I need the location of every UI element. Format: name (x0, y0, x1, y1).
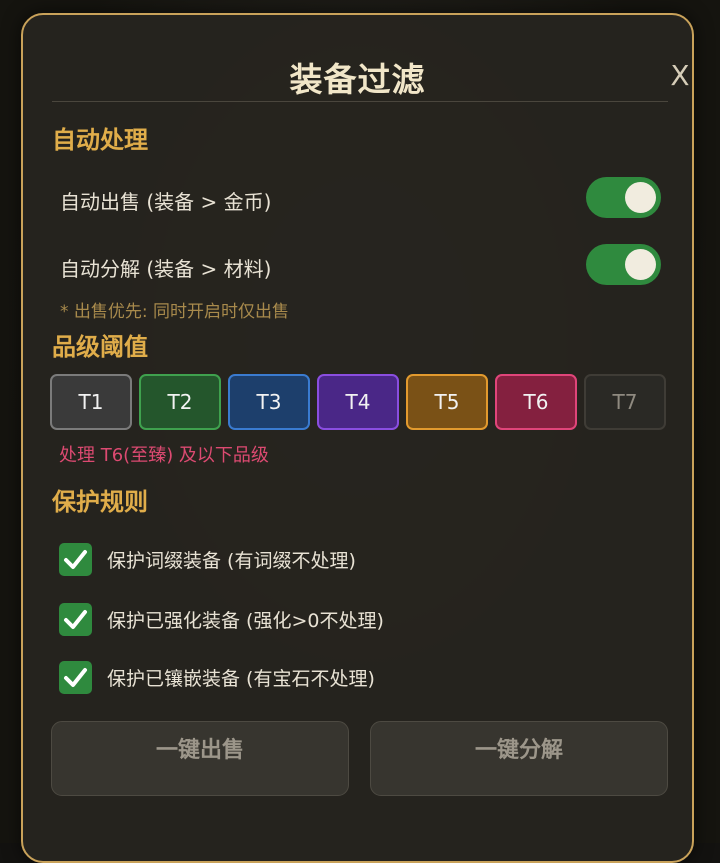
salvage-all-button[interactable]: 一键分解 (370, 721, 668, 796)
toggle-knob (625, 249, 656, 280)
protect-socketed-label: 保护已镶嵌装备 (有宝石不处理) (107, 668, 375, 690)
close-button[interactable]: X (668, 59, 692, 93)
protect-enhanced-label: 保护已强化装备 (强化>0不处理) (107, 610, 384, 632)
auto-salvage-toggle[interactable] (586, 244, 661, 285)
section-title-protection: 保护规则 (52, 488, 148, 516)
protect-affix-checkbox[interactable] (59, 543, 92, 576)
tier-button-t1[interactable]: T1 (50, 374, 132, 430)
tier-threshold-description: 处理 T6(至臻) 及以下品级 (59, 445, 269, 466)
tier-button-t7[interactable]: T7 (584, 374, 666, 430)
section-title-tier-threshold: 品级阈值 (52, 333, 148, 361)
tier-button-t2[interactable]: T2 (139, 374, 221, 430)
tier-button-t5[interactable]: T5 (406, 374, 488, 430)
section-title-auto-process: 自动处理 (52, 126, 148, 154)
toggle-knob (625, 182, 656, 213)
auto-salvage-label: 自动分解 (装备 > 材料) (60, 257, 272, 281)
tier-button-t6[interactable]: T6 (495, 374, 577, 430)
checkmark-icon (64, 668, 87, 687)
auto-sell-label: 自动出售 (装备 > 金币) (60, 190, 272, 214)
dialog-title: 装备过滤 (289, 60, 426, 99)
protect-socketed-checkbox[interactable] (59, 661, 92, 694)
sell-priority-note: * 出售优先: 同时开启时仅出售 (60, 302, 290, 322)
tier-button-t4[interactable]: T4 (317, 374, 399, 430)
sell-all-button[interactable]: 一键出售 (51, 721, 349, 796)
auto-sell-toggle[interactable] (586, 177, 661, 218)
protect-affix-label: 保护词缀装备 (有词缀不处理) (107, 550, 356, 572)
checkmark-icon (64, 550, 87, 569)
tier-button-t3[interactable]: T3 (228, 374, 310, 430)
header-divider (52, 101, 668, 102)
tier-selector: T1 T2 T3 T4 T5 T6 T7 (50, 374, 666, 432)
checkmark-icon (64, 610, 87, 629)
protect-enhanced-checkbox[interactable] (59, 603, 92, 636)
